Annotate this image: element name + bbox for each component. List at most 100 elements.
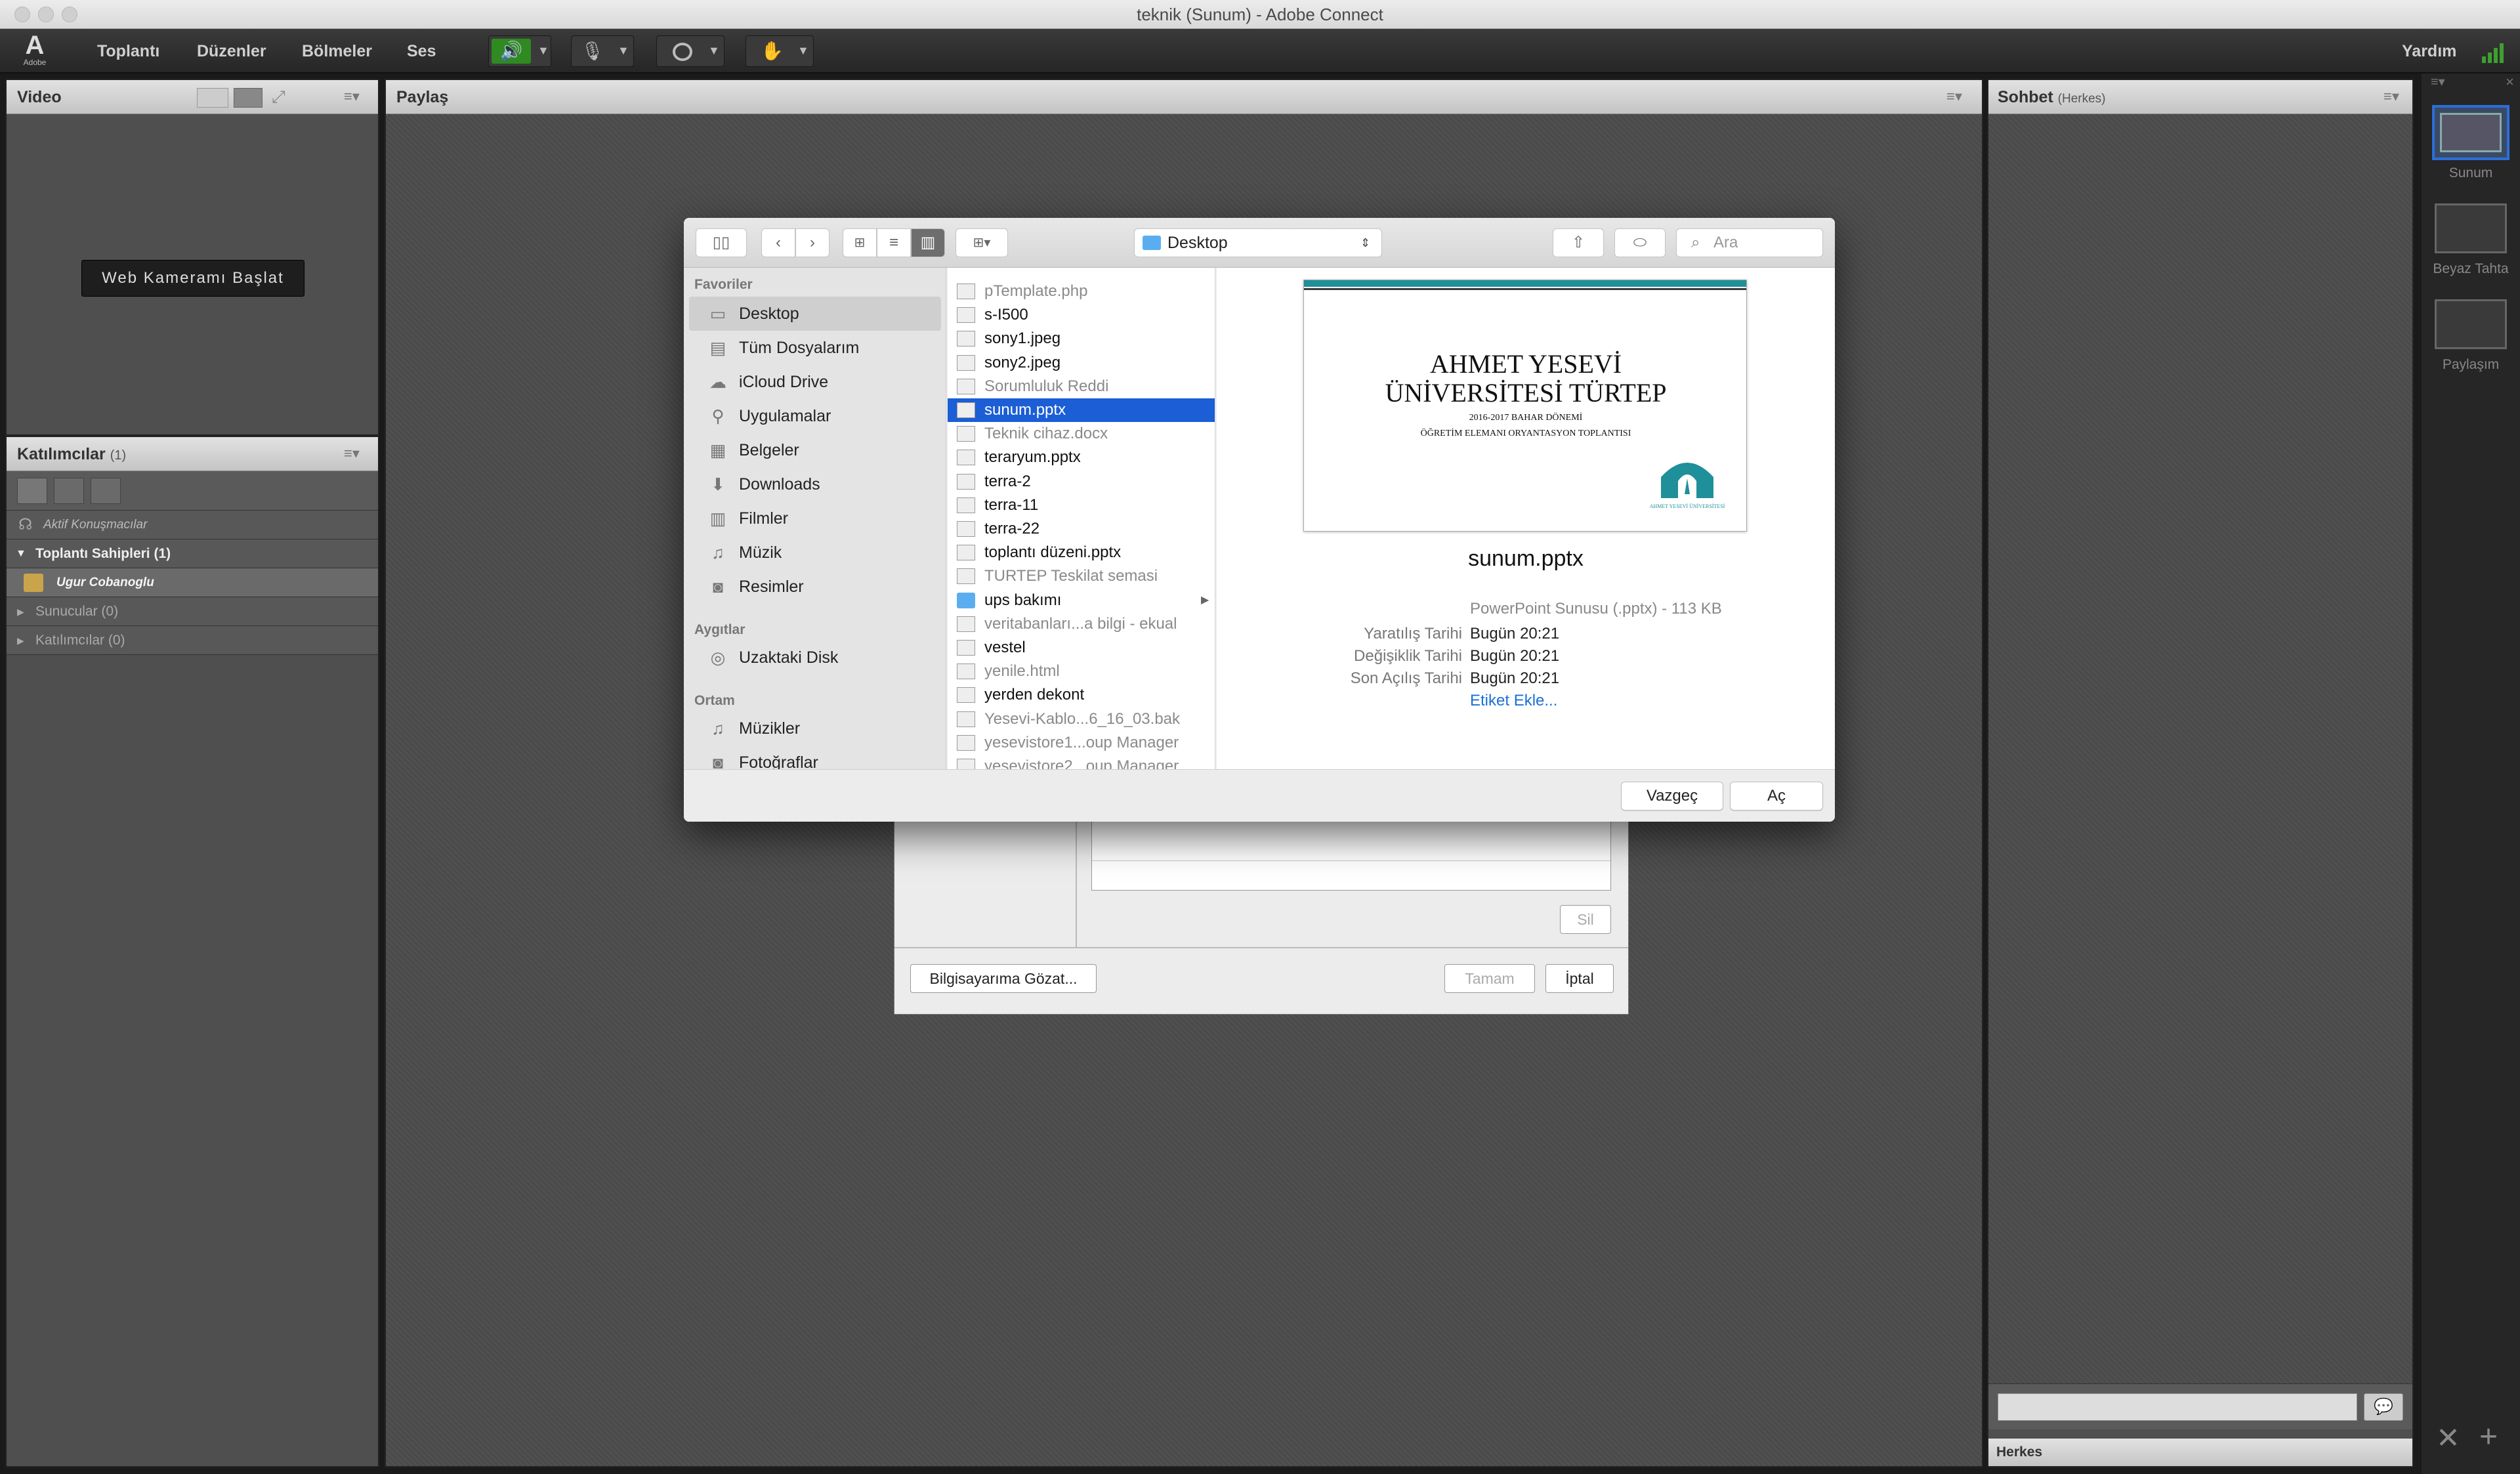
file-row[interactable]: terra-11 xyxy=(948,494,1215,517)
sidebar-item-belgeler[interactable]: ▦ Belgeler xyxy=(689,433,941,467)
folder-icon xyxy=(957,592,975,608)
pod-menu-icon[interactable]: ≡▾ xyxy=(339,445,365,462)
share-button[interactable]: ⇧ xyxy=(1553,228,1604,257)
pod-menu-icon[interactable]: ≡▾ xyxy=(339,88,365,105)
file-name: veritabanları...a bilgi - ekual xyxy=(984,614,1177,633)
sidebar-item-m-zikler[interactable]: ♫ Müzikler xyxy=(689,711,941,746)
file-row[interactable]: sunum.pptx xyxy=(948,398,1215,422)
file-row[interactable]: vestel xyxy=(948,636,1215,660)
ok-button[interactable]: Tamam xyxy=(1444,964,1535,993)
file-row[interactable]: yenile.html xyxy=(948,660,1215,683)
upload-file-list[interactable] xyxy=(1091,821,1611,891)
file-row[interactable]: sony2.jpeg xyxy=(948,351,1215,375)
file-row[interactable]: toplantı düzeni.pptx xyxy=(948,541,1215,564)
participants-group-row[interactable]: ▶ Katılımcılar (0) xyxy=(7,626,378,655)
file-row[interactable]: yerden dekont xyxy=(948,683,1215,707)
arrange-button[interactable]: ⊞▾ xyxy=(956,228,1008,257)
host-user-row[interactable]: Ugur Cobanoglu xyxy=(7,568,378,597)
add-layout-icon[interactable]: + xyxy=(2479,1419,2498,1455)
pod-menu-icon[interactable]: ≡▾ xyxy=(2378,88,2404,105)
file-row[interactable]: terra-22 xyxy=(948,517,1215,541)
file-row[interactable]: pTemplate.php xyxy=(948,280,1215,303)
grid-view-icon[interactable] xyxy=(197,88,228,108)
sidebar-item-foto-raflar[interactable]: ◙ Fotoğraflar xyxy=(689,746,941,769)
pod-menu-icon[interactable]: ≡▾ xyxy=(1941,88,1967,105)
back-button[interactable]: ‹ xyxy=(761,228,795,257)
rail-menu-icon[interactable]: ≡▾ xyxy=(2431,74,2445,90)
location-popup[interactable]: Desktop ⇕ xyxy=(1134,228,1382,257)
layout-thumb-beyaz-tahta[interactable] xyxy=(2435,203,2507,253)
fullscreen-icon[interactable]: ⤢ xyxy=(272,87,285,108)
presenters-group-row[interactable]: ▶ Sunucular (0) xyxy=(7,597,378,626)
microphone-button[interactable]: 🎙 ▼ xyxy=(571,35,634,67)
file-row[interactable]: Sorumluluk Reddi xyxy=(948,375,1215,398)
add-tag-link[interactable]: Etiket Ekle... xyxy=(1470,692,1557,710)
upload-cancel-button[interactable]: İptal xyxy=(1545,964,1614,993)
file-row[interactable]: terra-2 xyxy=(948,470,1215,494)
chevron-left-icon: ‹ xyxy=(776,234,781,251)
menu-pods[interactable]: Bölmeler xyxy=(302,29,372,74)
speaker-toggle-button[interactable]: 🔊 ▼ xyxy=(488,35,551,67)
sidebar-item-desktop[interactable]: ▭ Desktop xyxy=(689,297,941,331)
status-button[interactable]: ✋ ▼ xyxy=(746,35,814,67)
layout-label-paylasim: Paylaşım xyxy=(2442,357,2500,372)
status-view-icon[interactable] xyxy=(91,478,121,504)
forward-button[interactable]: › xyxy=(795,228,830,257)
devices-header: Aygıtlar xyxy=(694,622,746,637)
wrench-icon[interactable]: ✕ xyxy=(2436,1421,2460,1455)
file-name: TURTEP Teskilat semasi xyxy=(984,567,1158,585)
file-name: s-I500 xyxy=(984,306,1028,324)
close-rail-icon[interactable]: × xyxy=(2506,74,2514,91)
chat-send-button[interactable]: 💬 xyxy=(2364,1393,2403,1421)
chat-footer[interactable]: Herkes xyxy=(1988,1439,2412,1466)
menu-audio[interactable]: Ses xyxy=(407,29,436,74)
tag-button[interactable]: ⬭ xyxy=(1614,228,1666,257)
browse-computer-button[interactable]: Bilgisayarıma Gözat... xyxy=(910,964,1097,993)
sidebar-item-label: Downloads xyxy=(739,475,820,494)
file-row[interactable]: sony1.jpeg xyxy=(948,327,1215,350)
file-row[interactable]: TURTEP Teskilat semasi xyxy=(948,564,1215,588)
slide-title-line-2: ÜNİVERSİTESİ TÜRTEP xyxy=(1385,378,1667,408)
sidebar-item-resimler[interactable]: ◙ Resimler xyxy=(689,570,941,604)
list-view-button[interactable]: ≡ xyxy=(877,228,911,257)
file-row[interactable]: Teknik cihaz.docx xyxy=(948,422,1215,446)
file-row[interactable]: veritabanları...a bilgi - ekual xyxy=(948,612,1215,636)
layout-thumb-sunum[interactable] xyxy=(2432,105,2510,160)
icon-view-button[interactable]: ⊞ xyxy=(843,228,877,257)
layout-thumb-paylasim[interactable] xyxy=(2435,299,2507,349)
breakout-view-icon[interactable] xyxy=(54,478,84,504)
start-webcam-button[interactable]: Web Kameramı Başlat xyxy=(81,260,304,297)
favorites-header: Favoriler xyxy=(694,277,753,292)
sidebar-item-uygulamalar[interactable]: ⚲ Uygulamalar xyxy=(689,399,941,433)
all-files-icon: ▤ xyxy=(709,338,726,358)
applications-icon: ⚲ xyxy=(711,406,724,426)
sidebar-item-downloads[interactable]: ⬇ Downloads xyxy=(689,467,941,501)
hosts-group-row[interactable]: ▼ Toplantı Sahipleri (1) xyxy=(7,539,378,568)
file-icon xyxy=(957,568,975,585)
file-row[interactable]: yesevistore1...oup Manager xyxy=(948,731,1215,755)
sidebar-toggle-button[interactable]: ▯▯ xyxy=(696,228,747,257)
search-field[interactable]: ⌕ Ara xyxy=(1676,228,1823,257)
delete-button[interactable]: Sil xyxy=(1560,905,1611,934)
sidebar-item-filmler[interactable]: ▥ Filmler xyxy=(689,501,941,536)
sidebar-item-uzaktaki-disk[interactable]: ◎ Uzaktaki Disk xyxy=(689,641,941,675)
file-row[interactable]: teraryum.pptx xyxy=(948,446,1215,469)
file-row[interactable]: Yesevi-Kablo...6_16_03.bak xyxy=(948,707,1215,731)
dialog-cancel-button[interactable]: Vazgeç xyxy=(1621,782,1723,811)
folder-row[interactable]: ups bakımı ▶ xyxy=(948,589,1215,612)
menu-help[interactable]: Yardım xyxy=(2402,29,2456,74)
list-view-icon[interactable] xyxy=(17,478,47,504)
dialog-open-button[interactable]: Aç xyxy=(1730,782,1823,811)
sidebar-item-m-zik[interactable]: ♫ Müzik xyxy=(689,536,941,570)
file-row[interactable]: yesevistore2...oup Manager xyxy=(948,755,1215,769)
file-name: pTemplate.php xyxy=(984,282,1088,300)
file-row[interactable]: s-I500 xyxy=(948,303,1215,327)
menu-layouts[interactable]: Düzenler xyxy=(197,29,266,74)
camera-button[interactable]: ▼ xyxy=(656,35,724,67)
sidebar-item-icloud-drive[interactable]: ☁ iCloud Drive xyxy=(689,365,941,399)
menu-meeting[interactable]: Toplantı xyxy=(97,29,159,74)
sidebar-item-t-m-dosyalar-m[interactable]: ▤ Tüm Dosyalarım xyxy=(689,331,941,365)
column-view-button[interactable]: ▥ xyxy=(911,228,945,257)
filmstrip-view-icon[interactable] xyxy=(234,88,262,108)
chat-input[interactable] xyxy=(1998,1393,2357,1421)
